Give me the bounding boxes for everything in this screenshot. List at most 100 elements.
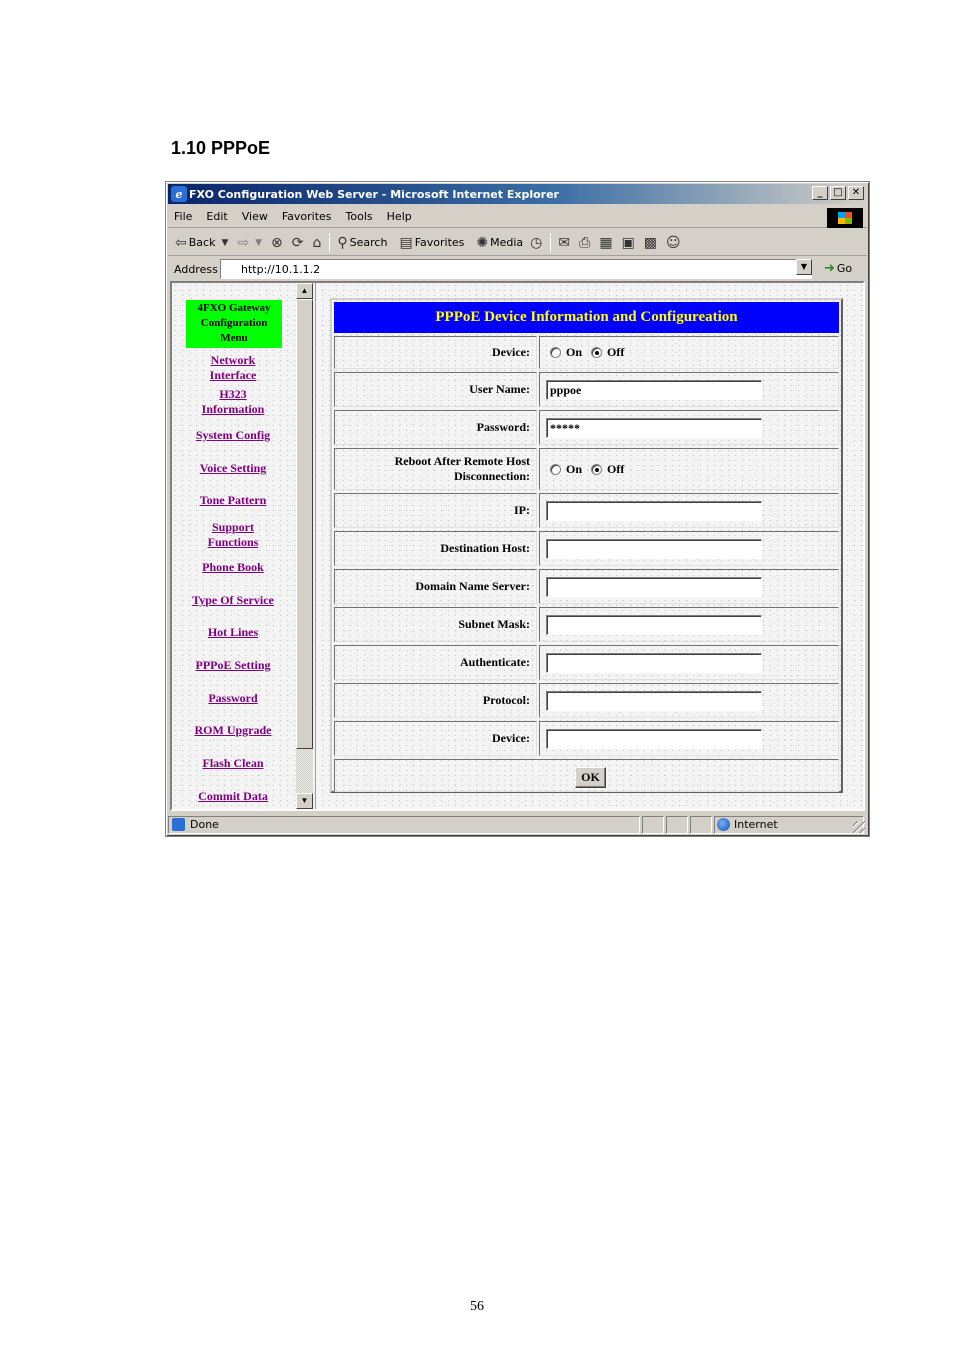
authenticate-label: Authenticate:: [334, 645, 537, 680]
minimize-button[interactable]: _: [812, 186, 828, 200]
reboot-radio-group: On Off: [539, 448, 839, 490]
badge-line: Configuration: [200, 317, 268, 329]
ip-input[interactable]: [546, 501, 762, 521]
reboot-off-radio[interactable]: [591, 463, 603, 475]
windows-logo-icon: [827, 208, 863, 228]
device-on-radio[interactable]: [550, 347, 561, 358]
maximize-button[interactable]: □: [830, 186, 846, 200]
nav-rom-upgrade[interactable]: ROM Upgrade: [176, 723, 290, 738]
forward-dropdown-icon[interactable]: ▼: [255, 238, 262, 248]
address-label: Address: [174, 262, 218, 276]
search-icon: ⚲: [337, 234, 348, 251]
menu-scrollbar[interactable]: ▲ ▼: [296, 283, 313, 809]
menu-file[interactable]: File: [168, 210, 200, 223]
stop-button[interactable]: ⊗: [271, 235, 285, 251]
subnet-mask-label: Subnet Mask:: [334, 607, 537, 642]
badge-line: 4FXO Gateway: [197, 302, 271, 314]
media-button[interactable]: ✺ Media: [476, 235, 523, 251]
back-button[interactable]: ⇦ Back ▼: [175, 235, 230, 251]
edit-button[interactable]: ▦: [599, 235, 614, 251]
config-table-header: PPPoE Device Information and Configureat…: [334, 302, 839, 333]
go-arrow-icon: ➜: [824, 261, 835, 276]
protocol-input[interactable]: [546, 691, 762, 711]
scroll-up-icon[interactable]: ▲: [296, 283, 313, 299]
menu-edit[interactable]: Edit: [200, 210, 235, 223]
mail-button[interactable]: ✉: [558, 235, 572, 251]
nav-pppoe-setting[interactable]: PPPoE Setting: [176, 658, 290, 673]
title-bar[interactable]: e FXO Configuration Web Server - Microso…: [168, 184, 867, 204]
home-button[interactable]: ⌂: [313, 235, 324, 251]
nav-type-of-service[interactable]: Type Of Service: [176, 593, 290, 608]
discuss-button[interactable]: ▣: [622, 235, 637, 251]
ip-cell: [539, 493, 839, 528]
refresh-button[interactable]: ⟳: [292, 235, 306, 251]
forward-button[interactable]: ⇨ ▼: [237, 235, 264, 251]
research-icon: ▩: [643, 234, 658, 251]
nav-hot-lines[interactable]: Hot Lines: [176, 625, 290, 640]
nav-support-functions[interactable]: Support Functions: [176, 520, 290, 550]
go-button[interactable]: ➜ Go: [824, 261, 852, 276]
nav-label: H323: [219, 387, 247, 401]
print-button[interactable]: ⎙: [579, 235, 592, 251]
nav-password[interactable]: Password: [176, 691, 290, 706]
protocol-label: Protocol:: [334, 683, 537, 718]
nav-label: Functions: [207, 535, 259, 549]
reboot-label-line: Reboot After Remote Host: [394, 454, 530, 468]
address-bar: Address http://10.1.1.2 ▼ ➜ Go: [168, 257, 867, 281]
messenger-icon: ☺: [666, 234, 681, 251]
authenticate-input[interactable]: [546, 653, 762, 673]
toolbar-separator: [329, 232, 331, 253]
address-input[interactable]: http://10.1.1.2: [220, 259, 812, 279]
menu-view[interactable]: View: [236, 210, 276, 223]
discuss-icon: ▣: [621, 234, 635, 251]
scroll-thumb[interactable]: [296, 299, 313, 749]
user-name-cell: pppoe: [539, 372, 839, 407]
device-field-label: Device:: [334, 721, 537, 756]
ok-button[interactable]: OK: [575, 767, 606, 788]
nav-tone-pattern[interactable]: Tone Pattern: [176, 493, 290, 508]
nav-voice-setting[interactable]: Voice Setting: [176, 461, 290, 476]
password-input[interactable]: *****: [546, 418, 762, 438]
destination-host-input[interactable]: [546, 539, 762, 559]
menu-help[interactable]: Help: [381, 210, 420, 223]
device-input[interactable]: [546, 729, 762, 749]
nav-label: Support: [211, 520, 255, 534]
menu-favorites[interactable]: Favorites: [276, 210, 340, 223]
status-pane: [666, 816, 688, 834]
history-button[interactable]: ◷: [530, 235, 544, 251]
subnet-mask-input[interactable]: [546, 615, 762, 635]
media-icon: ✺: [476, 234, 489, 251]
zone-text: Internet: [734, 818, 778, 831]
nav-system-config[interactable]: System Config: [176, 428, 290, 443]
research-button[interactable]: ▩: [644, 235, 659, 251]
print-icon: ⎙: [579, 234, 591, 251]
toolbar: ⇦ Back ▼ ⇨ ▼ ⊗ ⟳ ⌂ ⚲ Search ▤ Favorites ✺ Medi…: [168, 230, 867, 256]
nav-commit-data[interactable]: Commit Data: [176, 789, 290, 804]
dns-cell: [539, 569, 839, 604]
messenger-button[interactable]: ☺: [666, 235, 683, 251]
menu-bar: File Edit View Favorites Tools Help: [168, 206, 867, 228]
nav-network-interface[interactable]: Network Interface: [176, 353, 290, 383]
authenticate-cell: [539, 645, 839, 680]
resize-grip-icon[interactable]: [853, 821, 865, 833]
user-name-input[interactable]: pppoe: [546, 380, 762, 400]
dns-input[interactable]: [546, 577, 762, 597]
close-button[interactable]: ✕: [848, 186, 864, 200]
back-dropdown-icon[interactable]: ▼: [221, 238, 228, 248]
menu-tools[interactable]: Tools: [340, 210, 381, 223]
scroll-down-icon[interactable]: ▼: [296, 793, 313, 809]
nav-phone-book[interactable]: Phone Book: [176, 560, 290, 575]
window-title: FXO Configuration Web Server - Microsoft…: [189, 187, 559, 201]
address-dropdown-icon[interactable]: ▼: [796, 259, 812, 275]
nav-h323-information[interactable]: H323 Information: [176, 387, 290, 417]
nav-flash-clean[interactable]: Flash Clean: [176, 756, 290, 771]
device-off-radio[interactable]: [591, 347, 603, 358]
status-pane: [642, 816, 664, 834]
favorites-button[interactable]: ▤ Favorites: [399, 235, 464, 251]
search-button[interactable]: ⚲ Search: [337, 235, 387, 251]
subnet-mask-cell: [539, 607, 839, 642]
status-text: Done: [190, 818, 219, 831]
reboot-on-radio[interactable]: [550, 463, 561, 475]
history-icon: ◷: [530, 234, 543, 251]
go-label: Go: [836, 262, 853, 275]
